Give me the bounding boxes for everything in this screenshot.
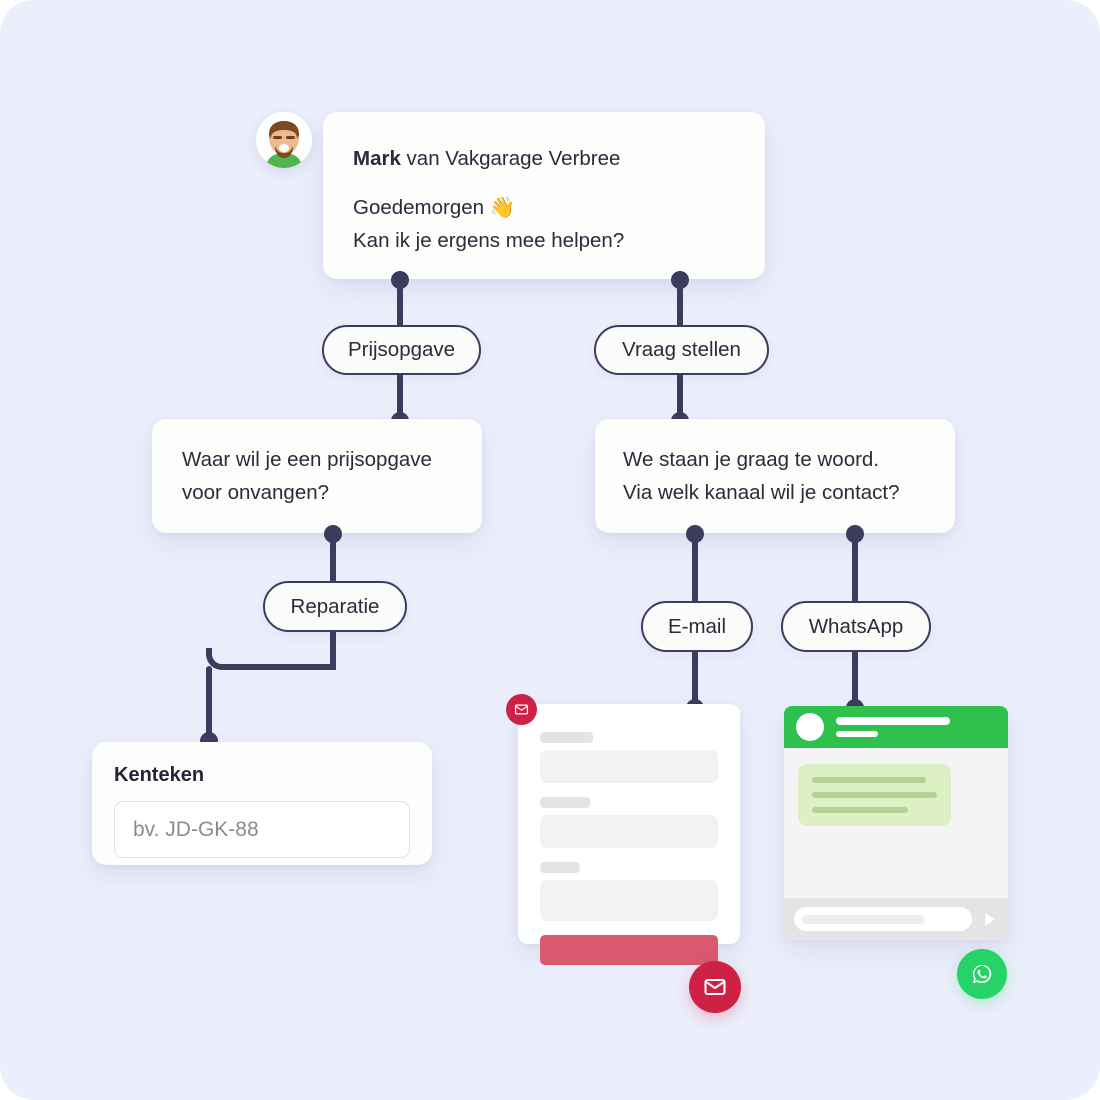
question-line-1: Waar wil je een prijsopgave [182, 448, 432, 471]
contact-status-placeholder [836, 731, 878, 737]
sender-name: Mark [353, 147, 401, 170]
mock-submit-bar[interactable] [540, 935, 718, 965]
question-line-2: Via welk kanaal wil je contact? [623, 481, 900, 505]
connector-line [692, 533, 698, 603]
option-whatsapp[interactable]: WhatsApp [781, 601, 931, 652]
input-placeholder-bar [802, 914, 926, 924]
contact-name-placeholder [836, 717, 950, 725]
kanaal-question-card: We staan je graag te woord. Via welk kan… [595, 419, 955, 533]
greeting-line-1: Goedemorgen 👋 [353, 191, 735, 224]
option-reparatie[interactable]: Reparatie [263, 581, 407, 632]
whatsapp-contact-avatar [796, 713, 824, 741]
option-label: Vraag stellen [622, 338, 741, 361]
mock-field-box [540, 880, 718, 921]
sender-company: van Vakgarage Verbree [400, 147, 621, 170]
agent-avatar [256, 112, 312, 168]
option-label: WhatsApp [808, 614, 904, 638]
mock-field-box [540, 815, 718, 848]
whatsapp-header [784, 706, 1008, 748]
option-prijsopgave[interactable]: Prijsopgave [322, 325, 481, 375]
greeting-text-1: Goedemorgen [353, 196, 485, 220]
whatsapp-icon [972, 964, 992, 984]
kenteken-input-group [114, 801, 410, 858]
connector-line [206, 666, 212, 742]
whatsapp-channel-badge[interactable] [957, 949, 1007, 999]
connector-line [677, 279, 683, 327]
connector-elbow [206, 648, 336, 670]
bubble-line [812, 792, 937, 798]
whatsapp-mockup [784, 706, 1008, 940]
connector-line [397, 279, 403, 327]
mock-field-box [540, 750, 718, 783]
whatsapp-message-input[interactable] [794, 907, 972, 931]
connector-line [852, 533, 858, 603]
whatsapp-conversation [784, 748, 1008, 898]
bubble-line [812, 777, 926, 783]
send-triangle-icon[interactable] [981, 911, 998, 928]
option-label: E-mail [667, 614, 727, 638]
flow-diagram-canvas: Mark van Vakgarage Verbree Goedemorgen 👋… [0, 0, 1100, 1100]
kenteken-input[interactable] [115, 802, 409, 857]
greeting-line-2: Kan ik je ergens mee helpen? [353, 229, 625, 253]
question-line-2: voor onvangen? [182, 481, 330, 505]
bubble-line [812, 807, 909, 813]
question-line-1: We staan je graag te woord. [623, 448, 880, 471]
option-label: Prijsopgave [347, 338, 456, 361]
mock-field-label [540, 862, 580, 873]
envelope-icon [514, 704, 529, 715]
kenteken-form-card: Kenteken [92, 742, 432, 865]
whatsapp-message-bubble [798, 764, 951, 826]
email-form-mockup [518, 704, 740, 965]
mock-field-label [540, 732, 593, 743]
option-email[interactable]: E-mail [641, 601, 753, 652]
greeting-card: Mark van Vakgarage Verbree Goedemorgen 👋… [323, 112, 765, 279]
email-mock-badge [506, 694, 537, 725]
envelope-icon [704, 979, 726, 995]
whatsapp-contact-info [836, 717, 996, 737]
kenteken-label: Kenteken [114, 764, 205, 786]
option-label: Reparatie [290, 594, 380, 618]
whatsapp-input-bar[interactable] [784, 898, 1008, 940]
mock-field-label [540, 797, 590, 808]
email-channel-badge[interactable] [689, 961, 741, 1013]
wave-emoji: 👋 [489, 196, 516, 220]
option-vraag-stellen[interactable]: Vraag stellen [594, 325, 769, 375]
greeting-sender: Mark van Vakgarage Verbree [353, 142, 735, 175]
prijsopgave-question-card: Waar wil je een prijsopgave voor onvange… [152, 419, 482, 533]
connector-line [330, 533, 336, 583]
